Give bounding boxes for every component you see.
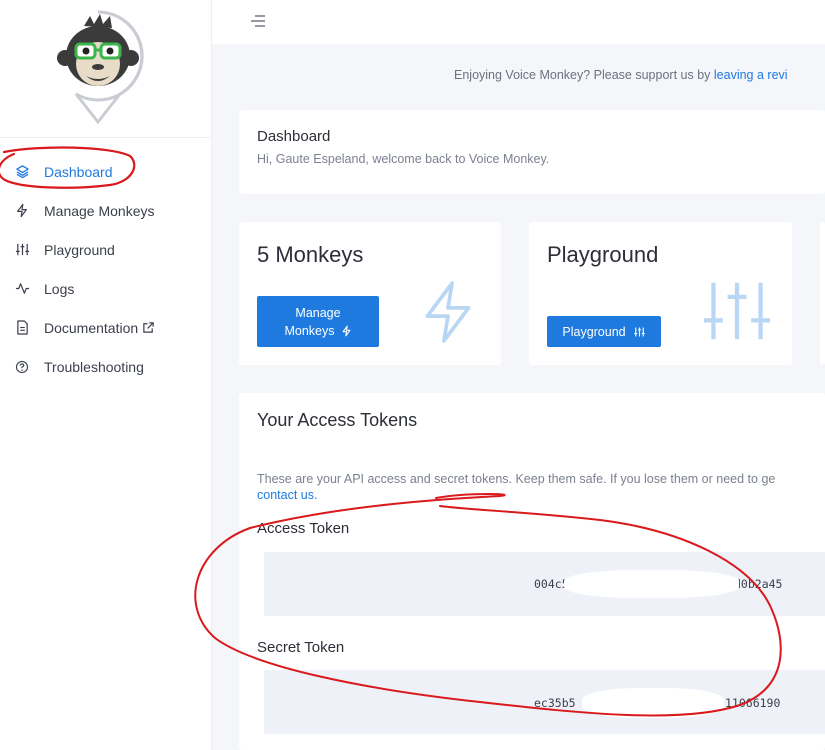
promo-text: Enjoying Voice Monkey? Please support us… xyxy=(454,68,714,82)
access-token-label: Access Token xyxy=(257,520,350,537)
layers-icon xyxy=(14,164,30,180)
access-token-end: d0b2a45 xyxy=(734,577,783,591)
sliders-icon xyxy=(14,242,30,258)
playground-card: Playground Playground xyxy=(529,222,792,365)
sidebar-item-label: Troubleshooting xyxy=(44,358,144,375)
document-icon xyxy=(14,320,30,336)
button-label-line1: Manage xyxy=(295,305,341,320)
sidebar-item-documentation[interactable]: Documentation xyxy=(0,308,212,347)
button-label: Playground xyxy=(562,324,626,339)
sliders-icon xyxy=(699,278,775,349)
review-link[interactable]: leaving a revi xyxy=(714,68,788,82)
sidebar-item-playground[interactable]: Playground xyxy=(0,230,212,269)
sidebar-item-manage-monkeys[interactable]: Manage Monkeys xyxy=(0,191,212,230)
topbar xyxy=(212,0,825,44)
sidebar-item-logs[interactable]: Logs xyxy=(0,269,212,308)
external-link-icon xyxy=(142,321,155,334)
next-card-edge xyxy=(820,222,825,365)
secret-token-start: ec35b5 xyxy=(534,696,576,710)
playground-button[interactable]: Playground xyxy=(547,316,661,347)
secret-token-field[interactable]: ec35b5 11066190 xyxy=(264,670,825,734)
sidebar-nav: Dashboard Manage Monkeys Playground Logs… xyxy=(0,152,212,386)
tokens-title: Your Access Tokens xyxy=(257,410,418,430)
access-token-field[interactable]: 004c5 d0b2a45 xyxy=(264,552,825,616)
activity-icon xyxy=(14,281,30,297)
sidebar-item-label: Documentation xyxy=(44,319,139,336)
tokens-description: These are your API access and secret tok… xyxy=(257,472,776,486)
monkeys-count: 5 Monkeys xyxy=(257,242,364,267)
sidebar-item-label: Dashboard xyxy=(44,163,113,180)
secret-token-label: Secret Token xyxy=(257,639,345,656)
redaction-mark xyxy=(582,688,724,718)
sidebar-item-dashboard[interactable]: Dashboard xyxy=(0,152,212,191)
page-title: Dashboard xyxy=(257,128,331,145)
secret-token-end: 11066190 xyxy=(725,696,781,710)
dashboard-card: Dashboard Hi, Gaute Espeland, welcome ba… xyxy=(239,110,825,194)
playground-title: Playground xyxy=(547,242,659,267)
monkey-logo-icon[interactable] xyxy=(48,6,148,126)
button-label-line2: Monkeys xyxy=(284,323,335,338)
access-tokens-card: Your Access Tokens These are your API ac… xyxy=(239,393,825,750)
promo-banner: Enjoying Voice Monkey? Please support us… xyxy=(240,68,825,88)
sidebar-item-label: Manage Monkeys xyxy=(44,202,155,219)
lightning-icon xyxy=(415,276,481,353)
redaction-mark xyxy=(564,570,739,598)
sidebar: Dashboard Manage Monkeys Playground Logs… xyxy=(0,0,212,750)
help-circle-icon xyxy=(14,359,30,375)
sidebar-divider xyxy=(0,137,212,138)
lightning-icon xyxy=(341,325,352,337)
sidebar-item-troubleshooting[interactable]: Troubleshooting xyxy=(0,347,212,386)
manage-monkeys-button[interactable]: Manage Monkeys xyxy=(257,296,379,347)
contact-us-link[interactable]: contact us. xyxy=(257,488,317,502)
lightning-icon xyxy=(14,203,30,219)
welcome-text: Hi, Gaute Espeland, welcome back to Voic… xyxy=(257,152,550,166)
sidebar-item-label: Playground xyxy=(44,241,115,258)
sidebar-item-label: Logs xyxy=(44,280,75,297)
hamburger-icon[interactable] xyxy=(250,14,266,28)
monkeys-card: 5 Monkeys Manage Monkeys xyxy=(239,222,501,365)
sliders-icon xyxy=(633,326,646,338)
